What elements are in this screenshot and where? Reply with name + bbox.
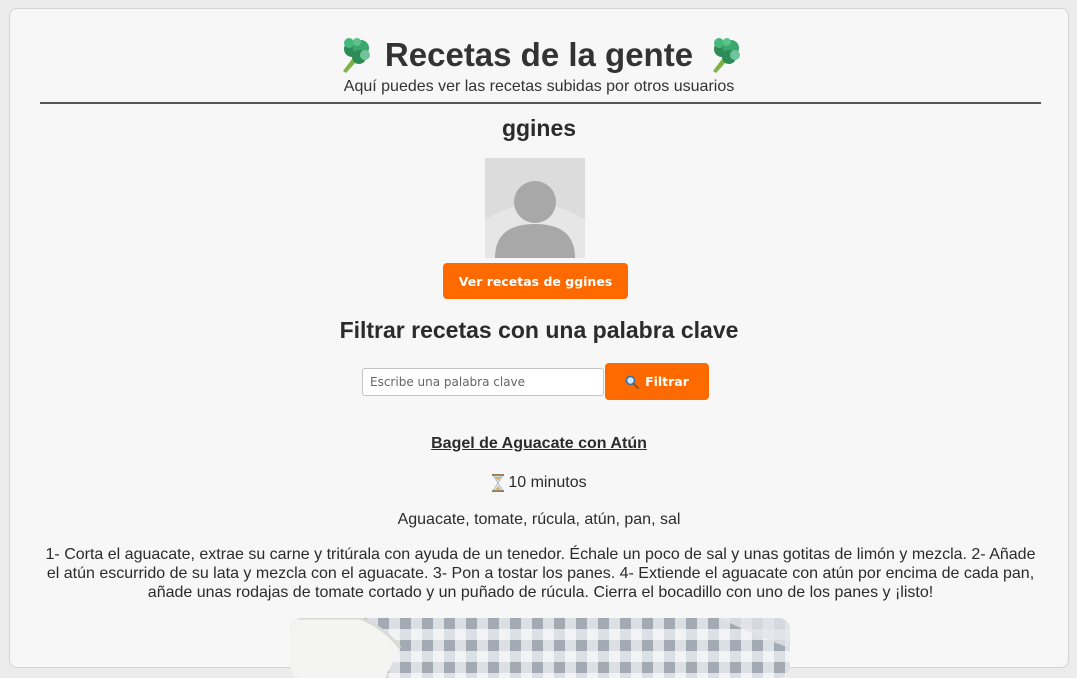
recipe-ingredients: Aguacate, tomate, rúcula, atún, pan, sal <box>397 511 681 528</box>
filter-heading: Filtrar recetas con una palabra clave <box>339 317 739 343</box>
view-user-recipes-button[interactable]: Ver recetas de ggines <box>443 263 628 299</box>
recipe-time-text: 10 minutos <box>508 474 587 491</box>
recipe-photo-graphic <box>290 618 790 678</box>
header-divider <box>40 102 1041 104</box>
profile-username: ggines <box>501 115 577 141</box>
hourglass-icon <box>492 474 505 492</box>
avatar <box>485 158 585 258</box>
filter-button[interactable]: Filtrar <box>605 363 709 400</box>
page-subtitle: Aquí puedes ver las recetas subidas por … <box>343 78 735 95</box>
broccoli-icon <box>713 38 741 73</box>
recipe-time: 10 minutos <box>10 473 1068 493</box>
view-user-recipes-label: Ver recetas de ggines <box>458 273 613 289</box>
recipe-steps: 1- Corta el aguacate, extrae su carne y … <box>45 546 1036 601</box>
recipe-title-link[interactable]: Bagel de Aguacate con Atún <box>10 434 1068 454</box>
page-header: Recetas de la gente Aquí puedes ver las … <box>10 37 1068 95</box>
page-title: Recetas de la gente <box>384 36 694 73</box>
filter-button-label: Filtrar <box>645 374 689 389</box>
keyword-search-input[interactable] <box>362 368 604 396</box>
title-row: Recetas de la gente <box>10 37 1068 73</box>
broccoli-icon <box>342 38 370 73</box>
magnifier-icon <box>625 375 640 389</box>
user-avatar-placeholder-icon <box>485 158 585 258</box>
main-card: Recetas de la gente Aquí puedes ver las … <box>9 8 1069 678</box>
recipe-photo <box>290 618 790 678</box>
